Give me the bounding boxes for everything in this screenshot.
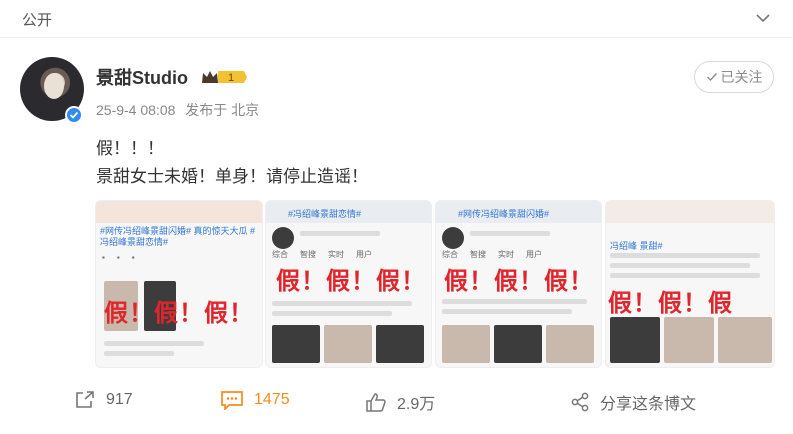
share-icon	[571, 392, 589, 412]
repost-icon	[76, 391, 94, 408]
like-button[interactable]: 2.9万	[365, 390, 435, 414]
action-bar: 917 1475 2.9万 分享这条博文	[0, 380, 793, 424]
fake-stamp: 假！假！假	[608, 290, 733, 317]
post-text-line: 假！！！	[96, 139, 164, 158]
comment-button[interactable]: 1475	[220, 390, 290, 410]
vip-crown-icon[interactable]: 1	[200, 68, 248, 86]
like-count: 2.9万	[397, 396, 436, 413]
share-button[interactable]: 分享这条博文	[570, 390, 696, 414]
image-tag-text: #冯绍峰景甜恋情#	[288, 209, 362, 219]
comment-icon	[221, 391, 243, 410]
repost-button[interactable]: 917	[74, 390, 133, 410]
thumbs-up-icon	[366, 393, 386, 412]
comment-count: 1475	[254, 391, 290, 408]
image-gallery: #网传冯绍峰景甜闪婚# 真的惊天大瓜 #冯绍峰景甜恋情# ▪ ▪ ▪ 假！假！假！ …	[95, 200, 775, 368]
image-tag-text: 冯绍峰 景甜#	[610, 241, 663, 251]
check-icon	[706, 73, 717, 82]
fake-stamp: 假！假！假！	[104, 300, 254, 327]
post-image[interactable]: #冯绍峰景甜恋情# 综合 智搜 实时 用户 假！假！假！	[265, 200, 432, 368]
visibility-label: 公开	[22, 12, 53, 29]
fake-stamp: 假！假！假！	[276, 268, 426, 295]
post-text-line: 景甜女士未婚！单身！请停止造谣！	[96, 167, 368, 186]
share-label: 分享这条博文	[600, 396, 697, 413]
post-meta: 25-9-4 08:08 发布于 北京	[96, 100, 259, 120]
vip-level: 1	[228, 72, 234, 84]
post-topbar: 公开	[0, 0, 793, 38]
post-timestamp[interactable]: 25-9-4 08:08	[96, 102, 175, 118]
author-name[interactable]: 景甜Studio	[96, 64, 188, 90]
follow-label: 已关注	[720, 69, 763, 85]
chevron-down-icon[interactable]	[755, 10, 771, 26]
post-image[interactable]: 冯绍峰 景甜# 假！假！假	[605, 200, 775, 368]
repost-count: 917	[106, 391, 133, 408]
post-image[interactable]: #网传冯绍峰景甜闪婚# 综合 智搜 实时 用户 假！假！假！	[435, 200, 602, 368]
fake-stamp: 假！假！假！	[444, 268, 594, 295]
verified-badge-icon	[65, 106, 83, 124]
image-tag-text: #网传冯绍峰景甜闪婚#	[458, 209, 550, 219]
image-tag-text: #网传冯绍峰景甜闪婚# 真的惊天大瓜 #冯绍峰景甜恋情#	[100, 226, 256, 247]
post-image[interactable]: #网传冯绍峰景甜闪婚# 真的惊天大瓜 #冯绍峰景甜恋情# ▪ ▪ ▪ 假！假！假！	[95, 200, 263, 368]
post-source: 发布于 北京	[185, 102, 260, 118]
follow-button[interactable]: 已关注	[694, 61, 774, 93]
